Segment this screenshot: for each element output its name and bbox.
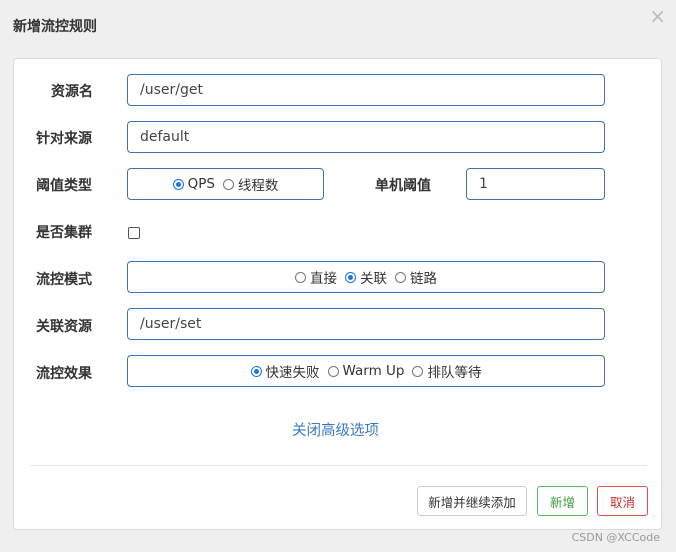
cluster-checkbox[interactable] [128,227,140,239]
strategy-direct-label: 直接 [310,271,337,287]
strategy-chain[interactable]: 链路 [395,267,437,287]
behavior-warm-up-label: Warm Up [342,363,405,379]
toggle-advanced-link[interactable]: 关闭高级选项 [292,419,379,440]
strategy-direct[interactable]: 直接 [295,267,337,287]
behavior-fast-fail-label: 快速失败 [265,365,320,381]
threshold-type-radio-group: QPS 线程数 [127,168,324,200]
threshold-type-thread-label: 线程数 [237,178,279,194]
control-behavior-label: 流控效果 [36,366,92,382]
footer-divider [30,465,647,466]
resource-name-label: 资源名 [51,84,93,100]
form-panel: 资源名 针对来源 阈值类型 QPS 线程数 单机阈值 是否集群 流控模式 直接 … [13,58,662,530]
strategy-relate-label: 关联 [360,271,387,287]
threshold-type-thread[interactable]: 线程数 [222,174,279,194]
radio-unselected-icon[interactable] [412,365,424,377]
behavior-queue-label: 排队等待 [427,365,482,381]
threshold-type-qps-label: QPS [187,176,215,192]
single-threshold-label: 单机阈值 [375,178,431,194]
strategy-radio-group: 直接 关联 链路 [127,261,605,293]
threshold-type-qps[interactable]: QPS [172,176,215,192]
watermark: CSDN @XCCode [571,531,660,544]
behavior-fast-fail[interactable]: 快速失败 [250,361,320,381]
limit-app-input[interactable] [127,121,605,153]
behavior-warm-up[interactable]: Warm Up [327,363,405,379]
resource-name-input[interactable] [127,74,605,106]
cluster-label: 是否集群 [36,225,92,241]
limit-app-label: 针对来源 [36,131,92,147]
threshold-type-label: 阈值类型 [36,178,92,194]
close-icon[interactable]: × [649,6,666,26]
cancel-button[interactable]: 取消 [597,486,648,516]
radio-unselected-icon[interactable] [222,178,234,190]
radio-unselected-icon[interactable] [295,271,306,283]
radio-selected-icon[interactable] [250,365,262,377]
control-behavior-radio-group: 快速失败 Warm Up 排队等待 [127,355,605,387]
behavior-queue[interactable]: 排队等待 [412,361,481,381]
radio-unselected-icon[interactable] [395,271,406,283]
radio-selected-icon[interactable] [172,178,184,190]
dialog-title: 新增流控规则 [13,19,97,35]
add-and-continue-button[interactable]: 新增并继续添加 [417,486,527,516]
strategy-chain-label: 链路 [410,271,437,287]
ref-resource-input[interactable] [127,308,605,340]
add-button[interactable]: 新增 [537,486,588,516]
ref-resource-label: 关联资源 [36,319,92,335]
radio-selected-icon[interactable] [345,271,356,283]
strategy-relate[interactable]: 关联 [345,267,387,287]
strategy-label: 流控模式 [36,272,92,288]
radio-unselected-icon[interactable] [327,365,339,377]
single-threshold-input[interactable] [466,168,605,200]
